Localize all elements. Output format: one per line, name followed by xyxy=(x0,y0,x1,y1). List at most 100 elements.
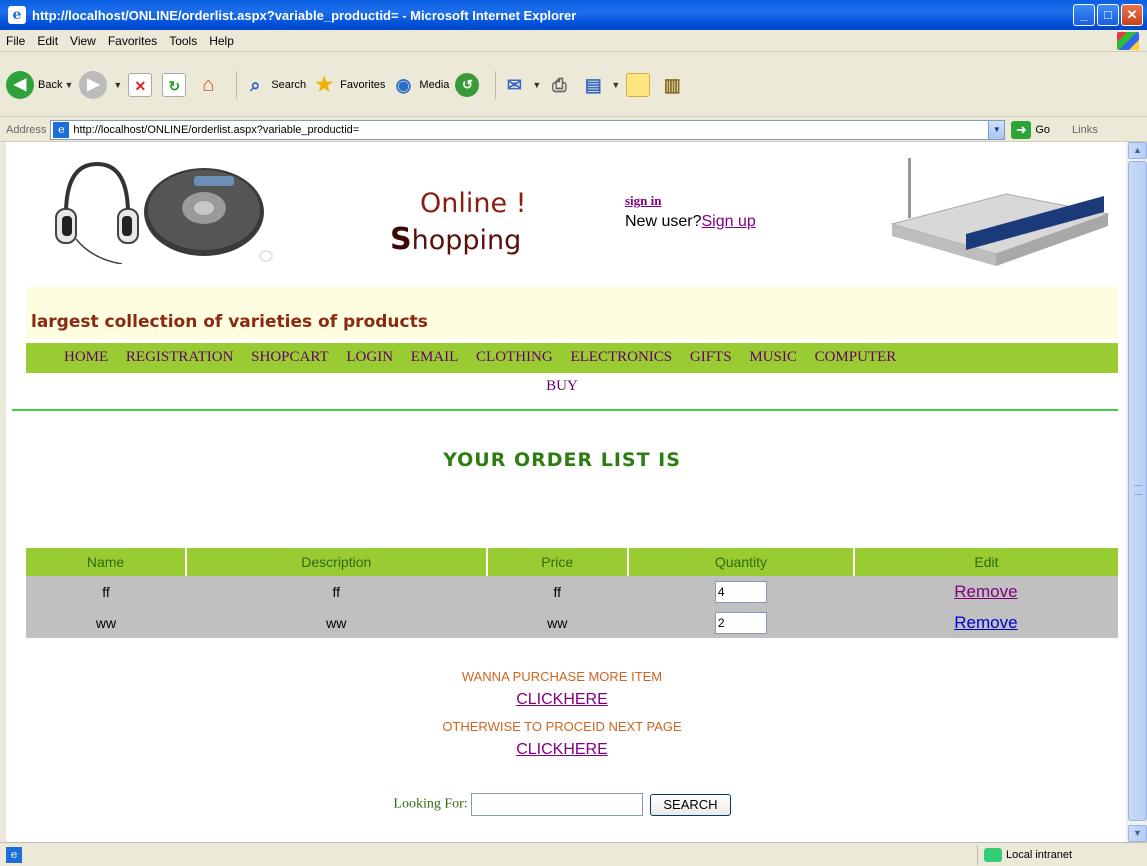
menu-edit[interactable]: Edit xyxy=(31,34,64,48)
refresh-button[interactable]: ↻ xyxy=(162,72,190,97)
search-submit-button[interactable]: SEARCH xyxy=(650,793,731,816)
menu-help[interactable]: Help xyxy=(203,34,240,48)
address-input[interactable]: e http://localhost/ONLINE/orderlist.aspx… xyxy=(50,119,1006,140)
intranet-icon xyxy=(984,847,1002,862)
nav-gifts[interactable]: GIFTS xyxy=(690,349,732,365)
go-label: Go xyxy=(1035,123,1051,136)
sign-in-link[interactable]: sign in xyxy=(625,193,662,209)
table-header-row: Name Description Price Quantity Edit xyxy=(26,548,1118,576)
nav-registration[interactable]: REGISTRATION xyxy=(126,349,234,365)
zone-label: Local intranet xyxy=(1006,848,1073,861)
column-header-description: Description xyxy=(186,548,488,576)
minimize-button[interactable]: _ xyxy=(1073,4,1095,26)
new-user-prompt: New user?Sign up xyxy=(625,213,756,231)
maximize-button[interactable]: □ xyxy=(1097,4,1119,26)
order-table: Name Description Price Quantity Edit ff … xyxy=(26,548,1118,638)
cell-name: ww xyxy=(26,607,187,638)
close-button[interactable]: ✕ xyxy=(1121,4,1143,26)
remove-link[interactable]: Remove xyxy=(954,582,1017,601)
menu-file[interactable]: File xyxy=(0,34,31,48)
purchase-more-text: WANNA PURCHASE MORE ITEM xyxy=(461,669,663,684)
nav-computer[interactable]: COMPUTER xyxy=(815,349,897,365)
next-page-text-row: OTHERWISE TO PROCEID NEXT PAGE xyxy=(6,719,1118,734)
cell-edit: Remove xyxy=(853,607,1118,638)
refresh-icon: ↻ xyxy=(162,72,187,97)
scroll-up-icon[interactable]: ▲ xyxy=(1128,142,1147,159)
mail-icon: ✉ xyxy=(506,74,522,95)
nav-clothing[interactable]: CLOTHING xyxy=(476,349,553,365)
forward-button[interactable]: ▶ ▼ xyxy=(79,70,122,99)
address-url[interactable]: http://localhost/ONLINE/orderlist.aspx?v… xyxy=(73,124,988,136)
star-icon: ★ xyxy=(315,73,334,96)
toolbar-separator xyxy=(236,70,238,99)
quantity-input[interactable] xyxy=(714,611,767,634)
toolbar-separator xyxy=(495,70,497,99)
quantity-input[interactable] xyxy=(714,580,767,603)
search-label: Search xyxy=(271,78,307,91)
links-button[interactable]: Links xyxy=(1072,124,1098,136)
next-page-text: OTHERWISE TO PROCEID NEXT PAGE xyxy=(442,719,682,734)
chevron-down-icon[interactable]: ▼ xyxy=(611,80,620,90)
research-icon: ▥ xyxy=(663,74,681,95)
scroll-thumb[interactable] xyxy=(1128,161,1147,821)
menu-favorites[interactable]: Favorites xyxy=(102,34,163,48)
toolbar: ◀ Back ▼ ▶ ▼ ✕ ↻ ⌂ ⌕ Search ★ Favorites … xyxy=(0,53,1147,117)
back-arrow-icon: ◀ xyxy=(6,70,34,99)
purchase-more-link[interactable]: CLICKHERE xyxy=(516,691,608,708)
tagline-banner: largest collection of varieties of produ… xyxy=(26,287,1118,339)
cell-name: ff xyxy=(26,576,187,607)
nav-music[interactable]: MUSIC xyxy=(749,349,797,365)
chevron-down-icon[interactable]: ▼ xyxy=(64,80,73,90)
menu-bar: File Edit View Favorites Tools Help xyxy=(0,30,1147,52)
divider xyxy=(12,409,1118,411)
back-button[interactable]: ◀ Back ▼ xyxy=(6,70,73,99)
headphones-image xyxy=(55,161,139,264)
media-button[interactable]: ◉ Media xyxy=(391,73,450,97)
nav-home[interactable]: HOME xyxy=(64,349,108,365)
site-logo: Online ! Shopping xyxy=(390,188,570,278)
menu-view[interactable]: View xyxy=(64,34,102,48)
search-button[interactable]: ⌕ Search xyxy=(243,73,306,97)
nav-electronics[interactable]: ELECTRONICS xyxy=(570,349,672,365)
page-viewport: Online ! Shopping sign in New user?Sign … xyxy=(6,142,1126,842)
column-header-price: Price xyxy=(486,548,629,576)
home-button[interactable]: ⌂ xyxy=(196,73,224,97)
logo-line1: Online ! xyxy=(420,188,527,219)
stop-icon: ✕ xyxy=(128,72,153,97)
search-input[interactable] xyxy=(471,793,644,816)
search-icon: ⌕ xyxy=(250,74,261,95)
scroll-down-icon[interactable]: ▼ xyxy=(1128,825,1147,842)
menu-tools[interactable]: Tools xyxy=(163,34,203,48)
next-page-link[interactable]: CLICKHERE xyxy=(516,741,608,758)
page-icon: e xyxy=(53,121,70,138)
cd-player-image xyxy=(144,168,273,262)
edit-button[interactable]: ▤ ▼ xyxy=(581,73,620,97)
page-title: YOUR ORDER LIST IS xyxy=(443,449,681,471)
main-nav: HOME REGISTRATION SHOPCART LOGIN EMAIL C… xyxy=(26,343,1118,373)
cell-edit: Remove xyxy=(853,576,1118,607)
go-button[interactable]: ➜ Go xyxy=(1011,120,1051,139)
nav-login[interactable]: LOGIN xyxy=(346,349,393,365)
cell-description: ww xyxy=(186,607,487,638)
back-label: Back xyxy=(38,78,63,91)
chevron-down-icon[interactable]: ▼ xyxy=(988,120,1005,139)
stop-button[interactable]: ✕ xyxy=(128,72,156,97)
remove-link[interactable]: Remove xyxy=(954,613,1017,632)
nav-buy[interactable]: BUY xyxy=(6,378,1118,395)
sign-up-link[interactable]: Sign up xyxy=(701,213,755,230)
search-label: Looking For: xyxy=(393,796,468,812)
mail-button[interactable]: ✉ ▼ xyxy=(502,73,541,97)
print-button[interactable]: ⎙ xyxy=(547,73,575,97)
column-header-quantity: Quantity xyxy=(627,548,855,576)
router-image xyxy=(890,158,1110,266)
favorites-button[interactable]: ★ Favorites xyxy=(312,73,385,97)
chevron-down-icon[interactable]: ▼ xyxy=(532,80,541,90)
chevron-down-icon[interactable]: ▼ xyxy=(113,80,122,90)
nav-email[interactable]: EMAIL xyxy=(411,349,459,365)
history-button[interactable]: ↺ xyxy=(455,72,483,97)
purchase-more-link-row: CLICKHERE xyxy=(6,691,1118,709)
vertical-scrollbar[interactable]: ▲ ▼ xyxy=(1126,142,1147,842)
nav-shopcart[interactable]: SHOPCART xyxy=(251,349,328,365)
discuss-button[interactable] xyxy=(626,72,654,97)
research-button[interactable]: ▥ xyxy=(660,73,688,97)
